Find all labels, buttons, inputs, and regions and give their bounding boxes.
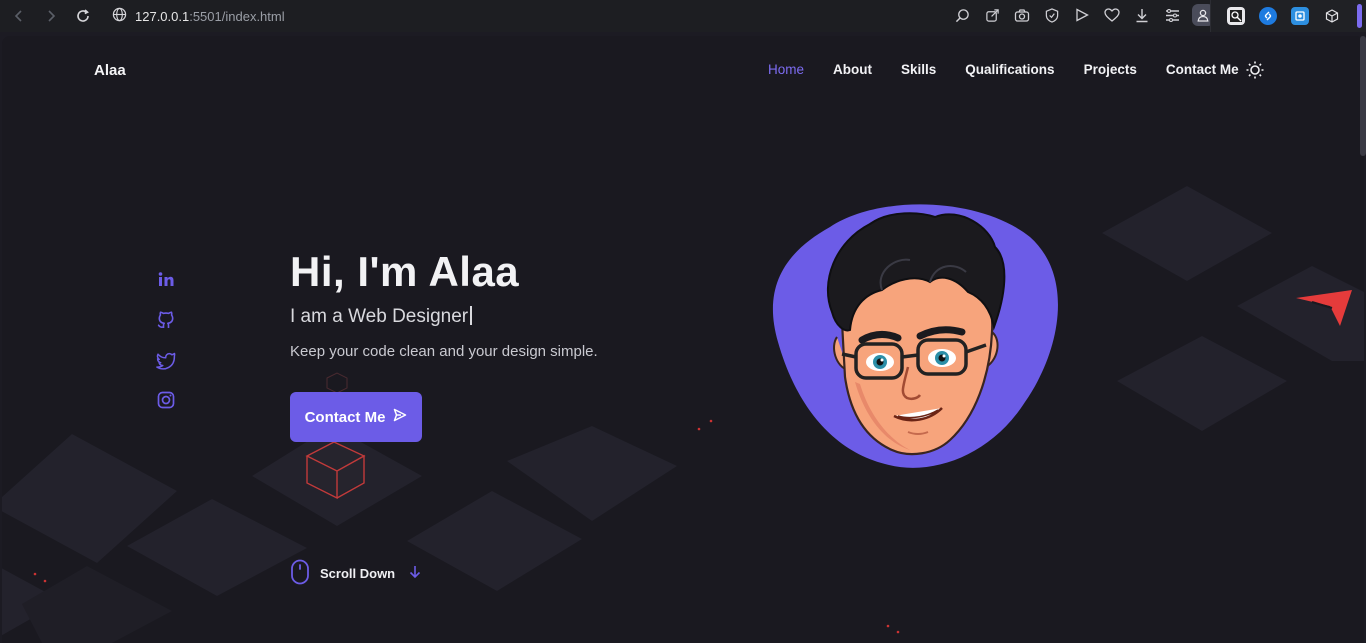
bg-tile bbox=[1237, 266, 1364, 361]
extension-screenshot-icon[interactable] bbox=[1291, 7, 1309, 25]
back-icon[interactable] bbox=[8, 5, 30, 27]
nav-menu: Home About Skills Qualifications Project… bbox=[768, 62, 1239, 77]
bg-tile bbox=[507, 426, 677, 521]
forward-icon[interactable] bbox=[40, 5, 62, 27]
extensions-bar bbox=[1210, 0, 1366, 32]
instagram-icon[interactable] bbox=[156, 390, 176, 410]
share-icon[interactable] bbox=[982, 4, 1002, 26]
twitter-icon[interactable] bbox=[156, 350, 176, 370]
typing-caret bbox=[470, 306, 473, 325]
hero-subtitle: I am a Web Designer bbox=[290, 306, 473, 328]
background-decoration bbox=[2, 186, 1364, 643]
site-logo[interactable]: Alaa bbox=[94, 62, 126, 79]
linkedin-icon[interactable] bbox=[156, 270, 176, 290]
mouse-icon bbox=[290, 559, 310, 588]
nav-link-skills[interactable]: Skills bbox=[901, 62, 936, 77]
github-icon[interactable] bbox=[156, 310, 176, 330]
web-page: Alaa Home About Skills Qualifications Pr… bbox=[2, 36, 1364, 643]
scroll-down-label: Scroll Down bbox=[320, 566, 396, 581]
zoom-icon[interactable] bbox=[952, 4, 972, 26]
send-icon bbox=[393, 408, 407, 426]
extension-shazam-icon[interactable] bbox=[1259, 7, 1277, 25]
nav-link-home[interactable]: Home bbox=[768, 62, 804, 77]
scroll-down-link[interactable]: Scroll Down bbox=[290, 559, 421, 588]
sidebar-accent bbox=[1357, 4, 1362, 28]
nav-link-about[interactable]: About bbox=[833, 62, 872, 77]
url-path: :5501/index.html bbox=[189, 8, 285, 24]
extension-search-icon[interactable] bbox=[1227, 7, 1245, 25]
sun-icon[interactable] bbox=[1246, 61, 1264, 79]
extension-cube-icon[interactable] bbox=[1323, 7, 1341, 25]
contact-me-button[interactable]: Contact Me bbox=[290, 392, 422, 442]
contact-me-label: Contact Me bbox=[304, 408, 386, 426]
download-icon[interactable] bbox=[1132, 4, 1152, 26]
bg-tile bbox=[127, 499, 307, 596]
reload-icon[interactable] bbox=[72, 5, 94, 27]
arrow-down-icon bbox=[409, 565, 421, 582]
browser-toolbar: 127.0.0.1:5501/index.html bbox=[0, 0, 1366, 32]
play-icon[interactable] bbox=[1072, 4, 1092, 26]
heart-icon[interactable] bbox=[1102, 4, 1122, 26]
shield-icon[interactable] bbox=[1042, 4, 1062, 26]
nav-link-projects[interactable]: Projects bbox=[1084, 62, 1137, 77]
url-host: 127.0.0.1 bbox=[135, 8, 190, 24]
bg-tile bbox=[1102, 186, 1272, 281]
hero-description: Keep your code clean and your design sim… bbox=[290, 343, 598, 360]
hero-title: Hi, I'm Alaa bbox=[290, 248, 520, 295]
menu-icon[interactable] bbox=[1162, 4, 1182, 26]
address-bar[interactable]: 127.0.0.1:5501/index.html bbox=[112, 5, 285, 27]
page-scrollbar[interactable] bbox=[1360, 36, 1366, 156]
bg-tile bbox=[407, 491, 582, 591]
nav-link-contact[interactable]: Contact Me bbox=[1166, 62, 1239, 77]
site-header: Alaa Home About Skills Qualifications Pr… bbox=[2, 36, 1364, 104]
globe-icon bbox=[112, 7, 127, 25]
nav-link-qualifications[interactable]: Qualifications bbox=[965, 62, 1054, 77]
bg-tile-dark bbox=[22, 566, 172, 643]
bg-tile bbox=[1117, 336, 1287, 431]
avatar bbox=[772, 204, 1058, 468]
camera-icon[interactable] bbox=[1012, 4, 1032, 26]
social-links bbox=[156, 270, 176, 410]
typing-text: I am a Web Designer bbox=[290, 306, 469, 327]
